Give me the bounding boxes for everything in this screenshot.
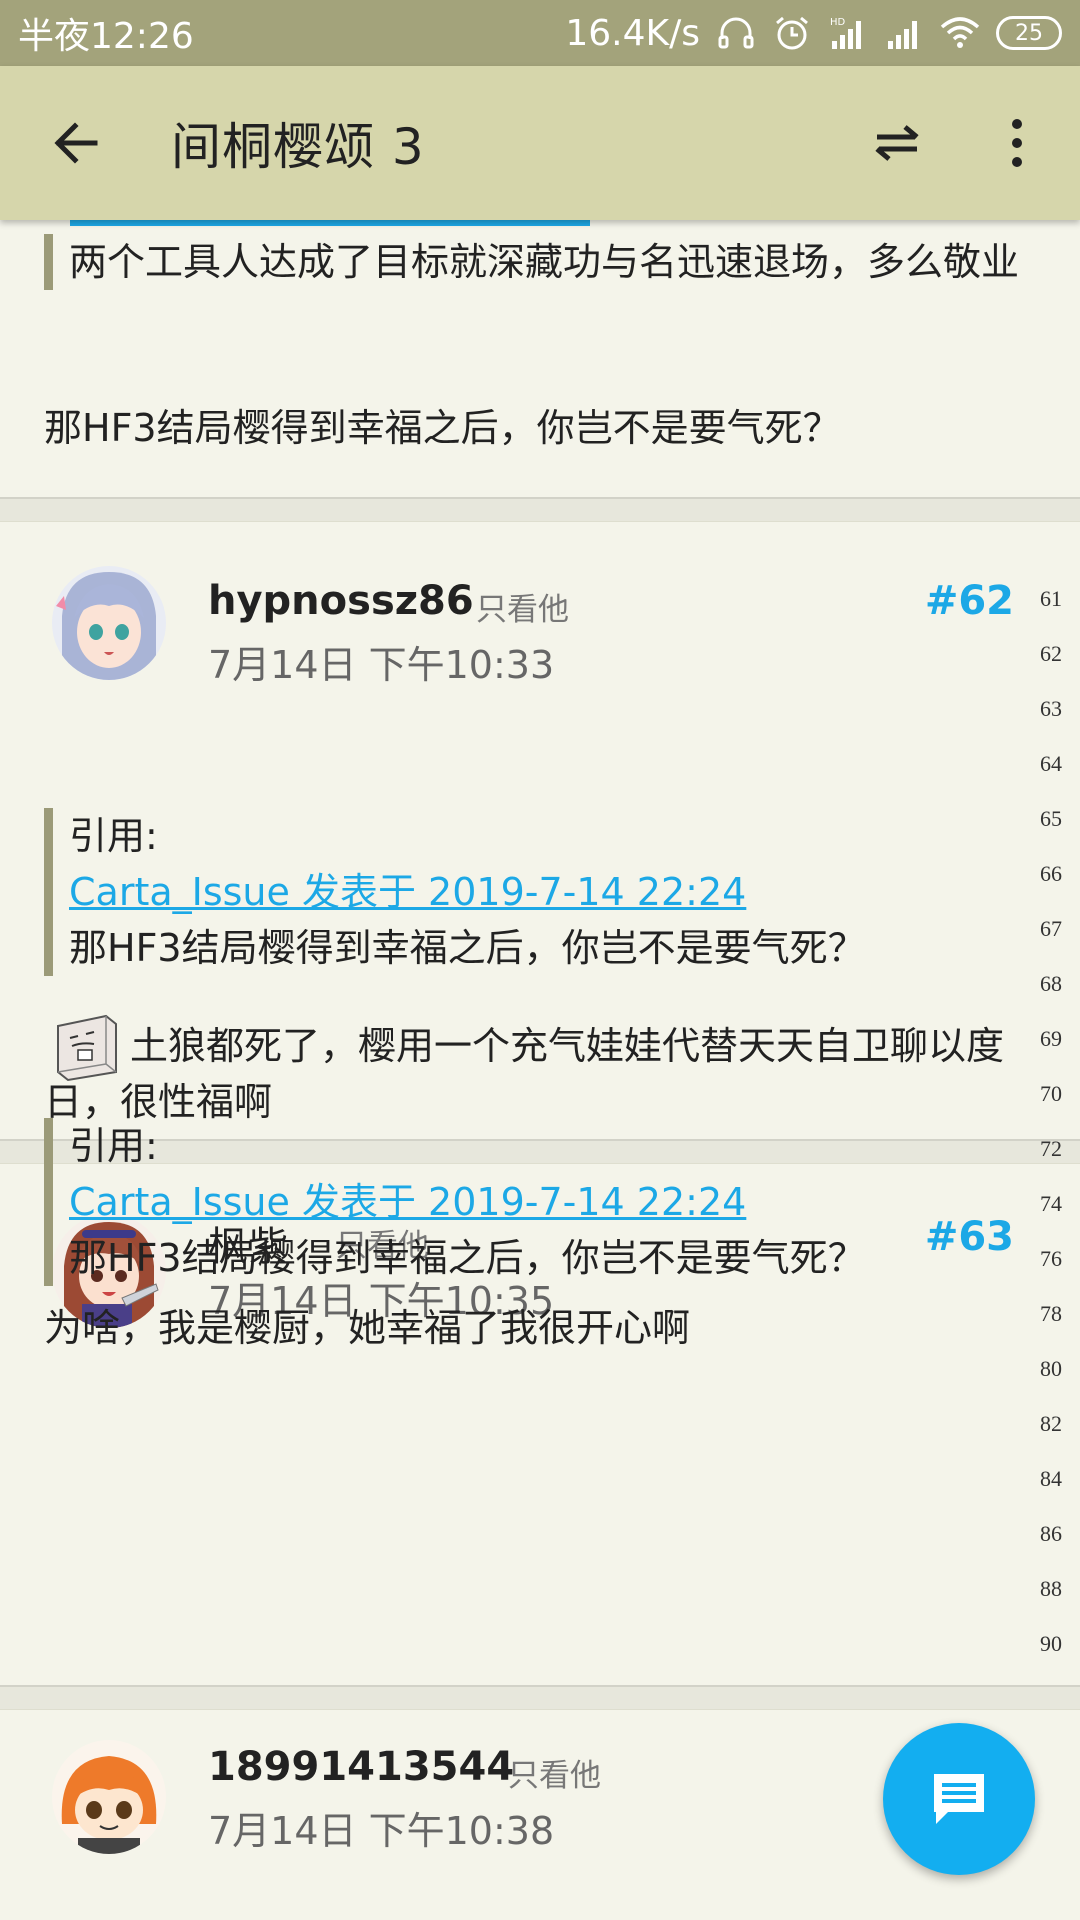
quote-text: 两个工具人达成了目标就深藏功与名迅速退场，多么敬业 [69,240,1020,284]
signal-icon [888,21,917,49]
page-index-item[interactable]: 63 [1040,696,1062,722]
post-date: 7月14日 下午10:33 [208,643,555,687]
post-divider [0,497,1080,522]
post-date: 7月14日 下午10:38 [208,1809,555,1853]
status-time: 半夜12:26 [18,16,194,57]
app-bar: 间桐樱颂 3 [0,66,1080,220]
avatar[interactable] [52,1740,166,1854]
quote-block: 引用: Carta_Issue 发表于 2019-7-14 22:24 那HF3… [44,1118,866,1286]
svg-text:HD: HD [830,17,846,28]
status-bar: 半夜12:26 16.4K/s HD 25 [0,0,1080,66]
battery-indicator: 25 [996,16,1062,50]
page-index-item[interactable]: 62 [1040,641,1062,667]
page-index-item[interactable]: 74 [1040,1191,1062,1217]
page-title: 间桐樱颂 3 [171,118,425,176]
page-index-item[interactable]: 70 [1040,1081,1062,1107]
swap-order-button[interactable] [862,108,932,178]
more-options-button[interactable] [982,108,1052,178]
page-index-item[interactable]: 86 [1040,1521,1062,1547]
floor-number: #62 [924,578,1014,624]
page-index-item[interactable]: 68 [1040,971,1062,997]
only-him-button[interactable]: 只看他 [476,584,569,629]
comment-icon [934,1774,984,1824]
quote-block: 两个工具人达成了目标就深藏功与名迅速退场，多么敬业 [44,234,1024,290]
page-index-item[interactable]: 66 [1040,861,1062,887]
page-index-item[interactable]: 65 [1040,806,1062,832]
post-card: 两个工具人达成了目标就深藏功与名迅速退场，多么敬业 那HF3结局樱得到幸福之后，… [0,220,1080,497]
page-index-item[interactable]: 82 [1040,1411,1062,1437]
username[interactable]: hypnossz86 [208,578,474,624]
reply-fab[interactable] [883,1723,1035,1875]
page-index-item[interactable]: 61 [1040,586,1062,612]
page-index-item[interactable]: 88 [1040,1576,1062,1602]
quote-link-cut[interactable] [70,220,590,226]
quote-label: 引用: [69,1124,158,1168]
page-index-sidebar[interactable]: 61 62 63 64 65 66 67 68 69 70 72 74 76 7… [1020,586,1080,1686]
quote-block: 引用: Carta_Issue 发表于 2019-7-14 22:24 那HF3… [44,808,866,976]
page-index-item[interactable]: 64 [1040,751,1062,777]
floor-number: #63 [924,1214,1014,1260]
post-body: 为啥，我是樱厨，她幸福了我很开心啊 [44,1306,691,1350]
quote-label: 引用: [69,814,158,858]
post-card: hypnossz86 只看他 #62 7月14日 下午10:33 引用: Car… [0,522,1080,1139]
hd-signal-icon: HD [830,17,861,49]
page-index-item[interactable]: 78 [1040,1301,1062,1327]
post-body: 那HF3结局樱得到幸福之后，你岂不是要气死？ [44,406,841,450]
page-index-item[interactable]: 72 [1040,1136,1062,1162]
swap-arrows-icon [875,125,919,161]
alarm-icon [776,16,808,50]
headphones-icon [718,17,754,49]
page-index-item[interactable]: 76 [1040,1246,1062,1272]
post-divider [0,1685,1080,1710]
only-him-button[interactable]: 只看他 [508,1750,601,1795]
page-index-item[interactable]: 84 [1040,1466,1062,1492]
arrow-left-icon [54,122,98,164]
back-button[interactable] [45,112,107,174]
page-index-item[interactable]: 69 [1040,1026,1062,1052]
page-index-item[interactable]: 67 [1040,916,1062,942]
chibi-avatar-icon [52,1740,166,1854]
username[interactable]: 18991413544 [208,1744,514,1790]
page-index-item[interactable]: 90 [1040,1631,1062,1657]
page-index-item[interactable]: 80 [1040,1356,1062,1382]
anime-girl-avatar-icon [52,566,166,680]
net-speed: 16.4K/s [565,12,700,54]
wifi-icon [940,17,980,48]
more-vert-icon [1012,119,1022,167]
post-body: 土狼都死了，樱用一个充气娃娃代替天天自卫聊以度日，很性福啊 [44,1024,1005,1124]
quote-source-link[interactable]: Carta_Issue 发表于 2019-7-14 22:24 [69,864,866,920]
post-list[interactable]: 两个工具人达成了目标就深藏功与名迅速退场，多么敬业 那HF3结局樱得到幸福之后，… [0,220,1080,1920]
avatar[interactable] [52,566,166,680]
status-icons: 16.4K/s HD 25 [565,13,1062,54]
quote-text: 那HF3结局樱得到幸福之后，你岂不是要气死？ [69,1236,866,1280]
quote-text: 那HF3结局樱得到幸福之后，你岂不是要气死？ [69,926,866,970]
quote-source-link[interactable]: Carta_Issue 发表于 2019-7-14 22:24 [69,1174,866,1230]
